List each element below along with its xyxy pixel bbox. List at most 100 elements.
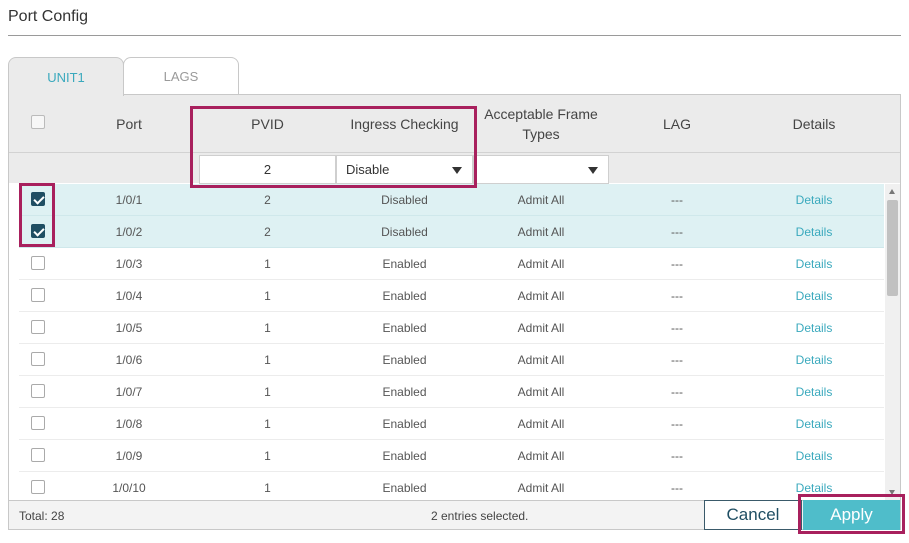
table-row[interactable]: 1/0/3 1 Enabled Admit All --- Details xyxy=(19,248,884,280)
ingress-cell: Disabled xyxy=(381,192,428,207)
pvid-cell: 1 xyxy=(264,320,271,335)
chevron-down-icon xyxy=(588,167,598,174)
cancel-button[interactable]: Cancel xyxy=(704,500,802,530)
ingress-cell: Enabled xyxy=(382,256,427,271)
row-checkbox[interactable] xyxy=(31,352,45,366)
ingress-cell: Enabled xyxy=(382,416,427,431)
details-link[interactable]: Details xyxy=(796,481,833,495)
details-link[interactable]: Details xyxy=(796,225,833,239)
scrollbar-thumb[interactable] xyxy=(887,200,898,296)
row-checkbox[interactable] xyxy=(31,224,45,238)
port-cell: 1/0/5 xyxy=(115,320,143,335)
column-header-aft-line1: Acceptable Frame xyxy=(484,105,598,122)
row-checkbox[interactable] xyxy=(31,320,45,334)
lag-cell: --- xyxy=(671,288,683,303)
table-row[interactable]: 1/0/8 1 Enabled Admit All --- Details xyxy=(19,408,884,440)
details-link[interactable]: Details xyxy=(796,385,833,399)
pvid-cell: 1 xyxy=(264,384,271,399)
table-row[interactable]: 1/0/7 1 Enabled Admit All --- Details xyxy=(19,376,884,408)
details-link[interactable]: Details xyxy=(796,417,833,431)
total-count: Total: 28 xyxy=(19,509,65,523)
pvid-cell: 2 xyxy=(264,192,271,207)
port-config-table: Port PVID Ingress Checking Acceptable Fr… xyxy=(8,94,901,530)
row-checkbox[interactable] xyxy=(31,416,45,430)
row-checkbox[interactable] xyxy=(31,288,45,302)
chevron-down-icon xyxy=(452,167,462,174)
row-checkbox[interactable] xyxy=(31,480,45,494)
lag-cell: --- xyxy=(671,416,683,431)
port-cell: 1/0/2 xyxy=(115,224,143,239)
filter-row: Disable xyxy=(9,152,900,184)
ingress-cell: Enabled xyxy=(382,320,427,335)
lag-cell: --- xyxy=(671,224,683,239)
aft-cell: Admit All xyxy=(517,384,565,399)
lag-cell: --- xyxy=(671,352,683,367)
tab-unit1[interactable]: UNIT1 xyxy=(8,57,124,96)
column-header-aft-line2: Types xyxy=(522,125,560,142)
row-checkbox[interactable] xyxy=(31,384,45,398)
ingress-checking-select[interactable]: Disable xyxy=(336,155,473,184)
port-cell: 1/0/6 xyxy=(115,352,143,367)
table-row[interactable]: 1/0/2 2 Disabled Admit All --- Details xyxy=(19,216,884,248)
pvid-cell: 2 xyxy=(264,224,271,239)
lag-cell: --- xyxy=(671,256,683,271)
pvid-cell: 1 xyxy=(264,288,271,303)
column-header-lag: LAG xyxy=(662,115,691,132)
apply-button[interactable]: Apply xyxy=(803,500,900,530)
column-header-details: Details xyxy=(792,115,836,132)
port-cell: 1/0/1 xyxy=(115,192,143,207)
ingress-cell: Disabled xyxy=(381,224,428,239)
row-checkbox[interactable] xyxy=(31,448,45,462)
port-cell: 1/0/7 xyxy=(115,384,143,399)
scroll-down-arrow-icon[interactable] xyxy=(889,490,895,495)
aft-cell: Admit All xyxy=(517,256,565,271)
details-link[interactable]: Details xyxy=(796,193,833,207)
pvid-input[interactable] xyxy=(199,155,336,184)
ingress-cell: Enabled xyxy=(382,384,427,399)
port-cell: 1/0/8 xyxy=(115,416,143,431)
aft-cell: Admit All xyxy=(517,224,565,239)
details-link[interactable]: Details xyxy=(796,353,833,367)
details-link[interactable]: Details xyxy=(796,289,833,303)
port-cell: 1/0/9 xyxy=(115,448,143,463)
pvid-cell: 1 xyxy=(264,256,271,271)
aft-cell: Admit All xyxy=(517,192,565,207)
aft-cell: Admit All xyxy=(517,480,565,495)
column-header-acceptable-frame-types: Acceptable Frame Types xyxy=(473,95,609,152)
acceptable-frame-types-select[interactable] xyxy=(473,155,609,184)
details-link[interactable]: Details xyxy=(796,449,833,463)
details-link[interactable]: Details xyxy=(796,257,833,271)
table-row[interactable]: 1/0/4 1 Enabled Admit All --- Details xyxy=(19,280,884,312)
vertical-scrollbar[interactable] xyxy=(885,184,900,500)
aft-cell: Admit All xyxy=(517,288,565,303)
ingress-checking-value: Disable xyxy=(346,162,390,177)
ingress-cell: Enabled xyxy=(382,288,427,303)
title-divider xyxy=(8,35,901,36)
table-row[interactable]: 1/0/5 1 Enabled Admit All --- Details xyxy=(19,312,884,344)
port-cell: 1/0/3 xyxy=(115,256,143,271)
ingress-cell: Enabled xyxy=(382,352,427,367)
table-body: 1/0/1 2 Disabled Admit All --- Details 1… xyxy=(9,184,900,500)
pvid-cell: 1 xyxy=(264,416,271,431)
lag-cell: --- xyxy=(671,384,683,399)
pvid-cell: 1 xyxy=(264,448,271,463)
page-title: Port Config xyxy=(8,8,89,25)
port-cell: 1/0/10 xyxy=(112,480,146,495)
row-checkbox[interactable] xyxy=(31,256,45,270)
scroll-up-arrow-icon[interactable] xyxy=(889,189,895,194)
aft-cell: Admit All xyxy=(517,320,565,335)
tab-lags[interactable]: LAGS xyxy=(123,57,239,95)
select-all-checkbox[interactable] xyxy=(31,115,45,129)
lag-cell: --- xyxy=(671,448,683,463)
table-row[interactable]: 1/0/10 1 Enabled Admit All --- Details xyxy=(19,472,884,500)
row-checkbox[interactable] xyxy=(31,192,45,206)
aft-cell: Admit All xyxy=(517,416,565,431)
table-row[interactable]: 1/0/1 2 Disabled Admit All --- Details xyxy=(19,184,884,216)
column-header-ingress-checking: Ingress Checking xyxy=(350,115,459,132)
lag-cell: --- xyxy=(671,192,683,207)
column-header-port: Port xyxy=(116,115,142,132)
table-row[interactable]: 1/0/6 1 Enabled Admit All --- Details xyxy=(19,344,884,376)
aft-cell: Admit All xyxy=(517,448,565,463)
details-link[interactable]: Details xyxy=(796,321,833,335)
table-row[interactable]: 1/0/9 1 Enabled Admit All --- Details xyxy=(19,440,884,472)
